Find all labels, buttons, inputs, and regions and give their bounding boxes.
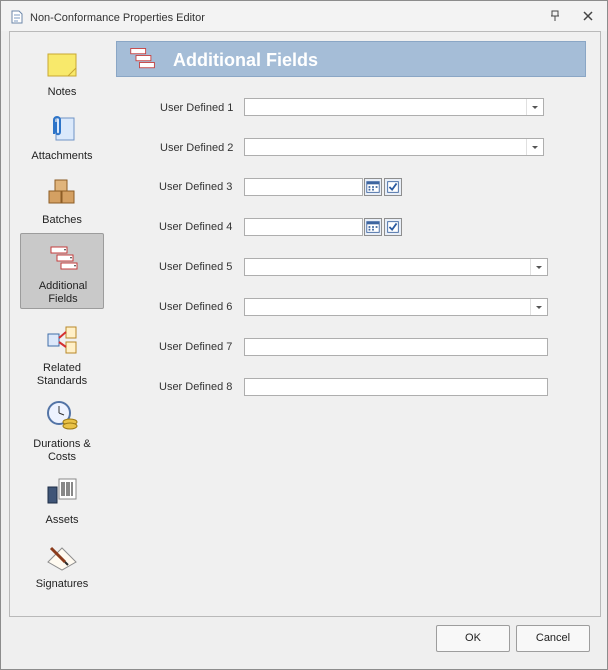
chevron-down-icon[interactable]	[526, 99, 543, 115]
properties-editor-window: Non-Conformance Properties Editor Notes	[0, 0, 608, 670]
checkmark-icon[interactable]	[384, 218, 402, 236]
related-standards-icon	[47, 326, 77, 354]
ok-button[interactable]: OK	[436, 625, 510, 652]
sticky-note-icon	[47, 53, 77, 77]
clock-coins-icon	[47, 401, 78, 430]
cancel-button[interactable]: Cancel	[516, 625, 590, 652]
field-label: User Defined 5	[159, 261, 233, 273]
user-defined-5-dropdown[interactable]	[244, 258, 548, 276]
sidebar-item-label: Additional Fields	[38, 280, 88, 305]
sidebar-item-label: Attachments	[31, 150, 93, 162]
chevron-down-icon[interactable]	[530, 299, 547, 315]
field-label: User Defined 4	[159, 221, 233, 233]
boxes-icon	[48, 179, 75, 204]
fields-icon	[130, 48, 155, 69]
chevron-down-icon[interactable]	[530, 259, 547, 275]
window-title: Non-Conformance Properties Editor	[30, 12, 205, 24]
user-defined-7-input[interactable]	[244, 338, 548, 356]
field-label: User Defined 1	[160, 102, 234, 114]
field-label: User Defined 2	[160, 142, 234, 154]
user-defined-4-date[interactable]	[244, 218, 363, 236]
calendar-icon[interactable]	[364, 178, 382, 196]
field-label: User Defined 8	[159, 381, 233, 393]
sidebar-item-label: Assets	[45, 514, 79, 526]
sidebar-item-batches[interactable]: Batches	[20, 168, 104, 236]
user-defined-3-date[interactable]	[244, 178, 363, 196]
sidebar-item-attachments[interactable]: Attachments	[20, 104, 104, 172]
sidebar-item-signatures[interactable]: Signatures	[20, 532, 104, 600]
sidebar-item-label: Batches	[42, 214, 82, 226]
section-title: Additional Fields	[173, 50, 319, 70]
field-label: User Defined 7	[159, 341, 233, 353]
user-defined-2-dropdown[interactable]	[244, 138, 544, 156]
pin-icon[interactable]	[547, 8, 563, 24]
sidebar-item-durations-costs[interactable]: Durations & Costs	[20, 392, 104, 463]
sidebar-item-label: Notes	[47, 86, 77, 98]
sidebar-item-label: Durations & Costs	[33, 438, 91, 463]
sidebar-item-notes[interactable]: Notes	[20, 40, 104, 108]
title-bar: Non-Conformance Properties Editor	[1, 1, 607, 31]
sidebar-item-related-standards[interactable]: Related Standards	[20, 316, 104, 387]
close-icon[interactable]	[580, 8, 596, 24]
section-sidebar: Notes Attachments Batches Additional Fie…	[10, 32, 110, 616]
document-icon	[11, 10, 23, 24]
calendar-icon[interactable]	[364, 218, 382, 236]
fields-icon	[50, 246, 78, 270]
field-label: User Defined 3	[159, 181, 233, 193]
user-defined-6-dropdown[interactable]	[244, 298, 548, 316]
user-defined-8-input[interactable]	[244, 378, 548, 396]
field-label: User Defined 6	[159, 301, 233, 313]
assets-icon	[47, 478, 77, 504]
checkmark-icon[interactable]	[384, 178, 402, 196]
section-header: Additional Fields	[116, 41, 586, 77]
paperclip-icon	[53, 116, 75, 141]
sidebar-item-additional-fields[interactable]: Additional Fields	[20, 233, 104, 309]
editor-content: Notes Attachments Batches Additional Fie…	[9, 31, 601, 617]
chevron-down-icon[interactable]	[526, 139, 543, 155]
sidebar-item-label: Related Standards	[36, 362, 88, 387]
sidebar-item-assets[interactable]: Assets	[20, 468, 104, 536]
signature-icon	[47, 546, 77, 571]
dialog-footer: OK Cancel	[1, 617, 607, 669]
sidebar-item-label: Signatures	[35, 578, 89, 590]
user-defined-1-dropdown[interactable]	[244, 98, 544, 116]
